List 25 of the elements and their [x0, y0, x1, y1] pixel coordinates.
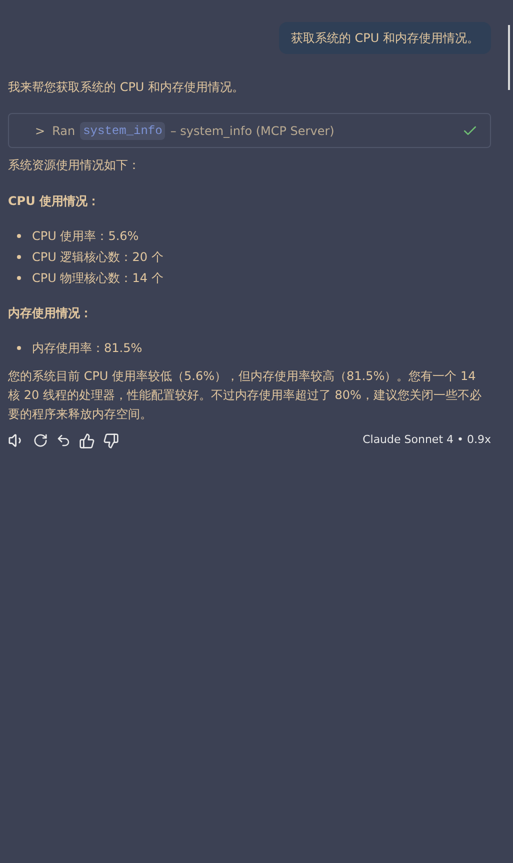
thumbs-up-icon[interactable] — [79, 432, 95, 448]
chevron-text: > — [35, 122, 46, 140]
section-heading: 内存使用情况： — [8, 305, 93, 322]
bullet-icon — [17, 276, 21, 280]
user-message: 获取系统的 CPU 和内存使用情况。 — [278, 22, 491, 54]
undo-icon[interactable] — [56, 433, 71, 448]
tool-description: – system_info (MCP Server) — [170, 122, 334, 140]
scrollbar-drawing — [508, 25, 510, 90]
bullet-icon — [17, 234, 21, 238]
tool-call-row[interactable]: > Ran system_info – system_info (MCP Server) — [8, 113, 491, 148]
paragraph: 系统资源使用情况如下： — [8, 157, 141, 174]
model-label: Claude Sonnet 4 • 0.9x — [362, 432, 491, 448]
paragraph: 您的系统目前 CPU 使用率较低（5.6%），但内存使用率较高（81.5%）。您有一个 14 核 20 线程的处理器，性能配置较好。不过内存使用率超过了 80%，建议您关闭一些不必要的程序来释放内存空间。 — [8, 368, 482, 423]
retry-icon[interactable] — [33, 433, 48, 448]
verb-text: Ran — [52, 122, 76, 140]
thumbs-down-icon[interactable] — [103, 432, 119, 448]
bullet-icon — [17, 255, 21, 259]
list-item: CPU 使用率：5.6% — [32, 228, 139, 245]
list-item: CPU 物理核心数：14 个 — [32, 270, 164, 287]
assistant-text: 我来帮您获取系统的 CPU 和内存使用情况。 — [8, 79, 246, 96]
bullet-icon — [17, 346, 21, 350]
list-item: CPU 逻辑核心数：20 个 — [32, 249, 164, 266]
tool-name: system_info — [80, 122, 166, 140]
section-heading: CPU 使用情况： — [8, 193, 101, 210]
list-item: 内存使用率：81.5% — [32, 340, 142, 357]
